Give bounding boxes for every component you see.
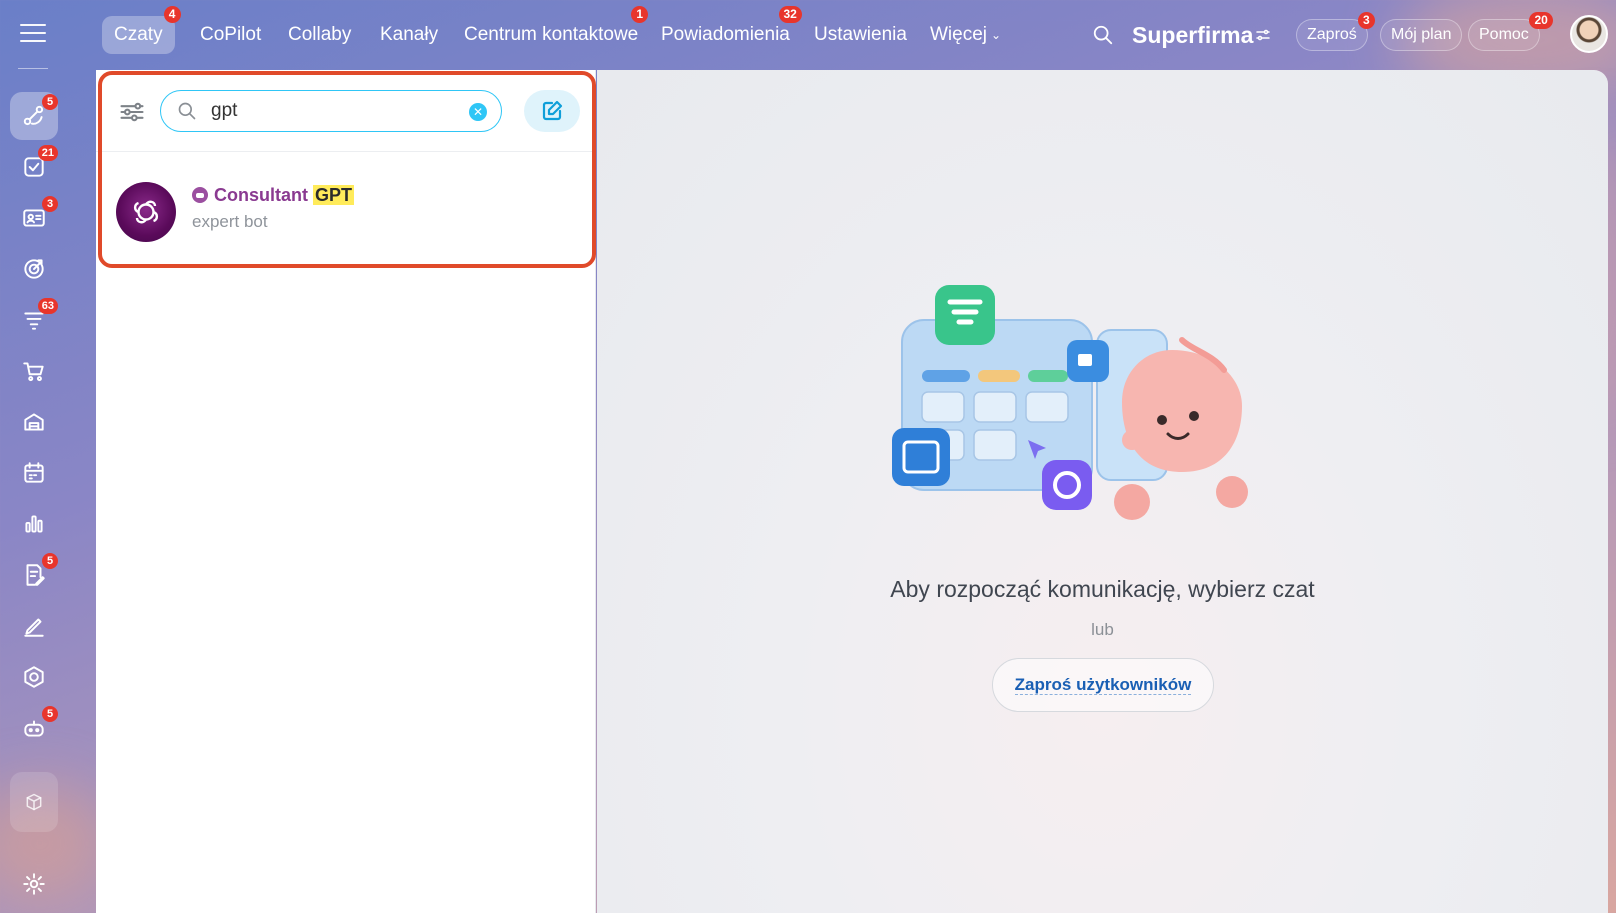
chat-list-panel: ✕ Consultant GPT expert bot (96, 70, 596, 913)
cart-icon (23, 362, 44, 382)
sidebar-item-calendar[interactable] (10, 449, 58, 497)
sidebar-item-copilot[interactable]: 5 (10, 704, 58, 752)
tab-label: Ustawienia (814, 24, 907, 45)
search-icon[interactable] (1092, 24, 1114, 46)
search-match: GPT (313, 185, 355, 205)
chevron-down-icon: ⌄ (991, 28, 1002, 42)
badge: 4 (163, 6, 181, 23)
tab-label: Centrum kontaktowe (464, 24, 639, 45)
menu-icon[interactable] (20, 24, 46, 44)
inventory-icon (24, 413, 44, 431)
tab-label: Czaty (114, 24, 163, 45)
clear-search-icon[interactable]: ✕ (469, 103, 487, 121)
chat-name-text: Consultant (214, 185, 313, 205)
tab-copilot[interactable]: CoPilot (188, 16, 273, 54)
badge: 5 (42, 553, 58, 569)
tab-label: Powiadomienia (661, 24, 790, 45)
brand-title[interactable]: Superfirma (1132, 18, 1253, 52)
sidebar-item-funnel[interactable]: 63 (10, 296, 58, 344)
badge: 63 (37, 298, 58, 314)
tab-settings[interactable]: Ustawienia (802, 16, 919, 54)
chat-content-area: Aby rozpocząć komunikację, wybierz czat … (597, 70, 1608, 913)
badge: 1 (631, 6, 649, 23)
sidebar-item-tasks[interactable]: 21 (10, 143, 58, 191)
badge: 3 (1357, 12, 1375, 29)
gpt-logo-icon (133, 200, 159, 224)
chat-search-box[interactable]: ✕ (160, 90, 502, 132)
compose-icon (542, 100, 563, 121)
tab-notifications[interactable]: Powiadomienia 32 (649, 6, 802, 54)
rail-divider (18, 68, 48, 69)
chat-list-header: ✕ (96, 70, 595, 152)
tab-contact-center[interactable]: Centrum kontaktowe 1 (452, 6, 650, 54)
search-input[interactable] (211, 99, 461, 123)
calendar-icon (24, 462, 44, 483)
sidebar-item-documents[interactable]: 5 (10, 551, 58, 599)
sidebar-item-inventory[interactable] (10, 398, 58, 446)
sidebar-item-contacts[interactable]: 3 (10, 194, 58, 242)
avatar[interactable] (1570, 15, 1608, 53)
badge: 32 (778, 6, 802, 23)
search-icon (178, 102, 196, 120)
sliders-icon[interactable] (1254, 26, 1272, 44)
bot-avatar (116, 182, 176, 242)
sidebar-item-crm[interactable] (10, 245, 58, 293)
gear-icon (23, 873, 45, 895)
bot-icon (192, 187, 208, 203)
new-chat-button[interactable] (524, 90, 580, 132)
help-label: Pomoc (1479, 26, 1529, 43)
list-item[interactable]: Consultant GPT expert bot (96, 170, 595, 254)
empty-state-illustration (892, 285, 1248, 520)
crm-target-icon (24, 259, 44, 279)
chat-subtitle: expert bot (192, 212, 268, 231)
filter-icon[interactable] (118, 98, 146, 126)
sidebar-item-messenger[interactable]: 5 (10, 92, 58, 140)
tab-more[interactable]: Więcej ⌄ (918, 16, 1013, 54)
badge: 5 (42, 94, 58, 110)
tab-chats[interactable]: Czaty 4 (102, 6, 181, 54)
badge: 20 (1529, 12, 1553, 29)
tab-label: Collaby (288, 24, 352, 45)
analytics-icon (25, 515, 43, 533)
invite-users-button[interactable]: Zaproś użytkowników (992, 658, 1214, 712)
tab-label: Więcej (930, 24, 988, 46)
badge: 5 (42, 706, 58, 722)
badge: 3 (42, 196, 58, 212)
automation-icon (24, 666, 44, 688)
help-button[interactable]: Pomoc 20 (1468, 12, 1553, 51)
left-rail: 5 21 3 63 5 5 (0, 0, 66, 913)
sidebar-item-market[interactable] (10, 772, 58, 832)
sidebar-item-shop[interactable] (10, 347, 58, 395)
top-nav: Czaty 4 CoPilot Collaby Kanały Centrum k… (96, 0, 1616, 70)
tab-label: CoPilot (200, 24, 262, 45)
market-box-icon (26, 793, 42, 811)
tab-channels[interactable]: Kanały (368, 16, 450, 54)
my-plan-button[interactable]: Mój plan (1380, 19, 1463, 51)
chat-name: Consultant GPT (214, 182, 355, 208)
empty-state-title: Aby rozpocząć komunikację, wybierz czat (890, 576, 1315, 602)
plan-label: Mój plan (1391, 26, 1452, 43)
sign-icon (24, 618, 44, 637)
badge: 21 (37, 145, 58, 161)
tab-collaby[interactable]: Collaby (276, 16, 363, 54)
sidebar-item-sign[interactable] (10, 602, 58, 650)
sidebar-item-automation[interactable] (10, 653, 58, 701)
invite-label: Zaproś (1307, 26, 1357, 43)
invite-users-label: Zaproś użytkowników (1014, 675, 1192, 695)
tab-label: Kanały (380, 24, 439, 45)
empty-state-or: lub (1091, 620, 1114, 639)
invite-button[interactable]: Zaproś 3 (1296, 12, 1375, 51)
sidebar-item-settings[interactable] (10, 860, 58, 908)
sidebar-item-analytics[interactable] (10, 500, 58, 548)
